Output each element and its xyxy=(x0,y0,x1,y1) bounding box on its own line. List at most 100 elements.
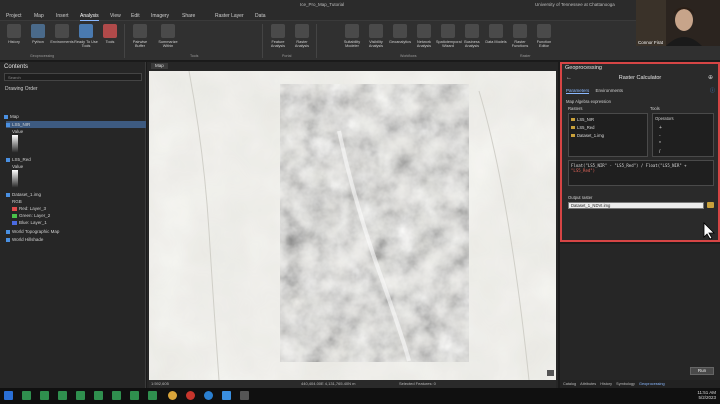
map-overview-icon[interactable] xyxy=(547,370,554,376)
toc-layer-ls5-nir[interactable]: LS5_NIR xyxy=(6,121,146,128)
app-icon[interactable] xyxy=(240,391,249,400)
app-icon[interactable] xyxy=(130,391,139,400)
app-icon[interactable] xyxy=(76,391,85,400)
taskbar: 11:51 AM 5/2/2023 xyxy=(0,388,720,404)
toc-map[interactable]: Map xyxy=(4,113,19,120)
edge-icon[interactable] xyxy=(204,391,213,400)
tab-geoprocessing[interactable]: Geoprocessing xyxy=(639,382,665,386)
chrome-icon[interactable] xyxy=(168,391,177,400)
tab-raster-layer[interactable]: Raster Layer xyxy=(215,13,244,19)
blue-swatch xyxy=(12,220,17,225)
help-icon[interactable]: ⓘ xyxy=(710,87,715,94)
visibility-analysis-button[interactable]: Visibility Analysis xyxy=(364,24,388,52)
app-icon[interactable] xyxy=(148,391,157,400)
app-icon[interactable] xyxy=(112,391,121,400)
participant-name: Connor Firat xyxy=(638,40,664,45)
history-button[interactable]: History xyxy=(2,24,26,52)
tab-environments[interactable]: Environments xyxy=(596,88,624,93)
toc-layer-ls5-red[interactable]: LS5_Red xyxy=(6,156,31,163)
system-clock[interactable]: 11:51 AM 5/2/2023 xyxy=(697,390,716,400)
toc-band-red: Red: Layer_3 xyxy=(12,205,46,212)
app-icon[interactable] xyxy=(94,391,103,400)
tab-attributes[interactable]: Attributes xyxy=(580,382,596,386)
toc-band-green: Green: Layer_2 xyxy=(12,212,50,219)
tools-button[interactable]: Tools xyxy=(98,24,122,52)
map-canvas[interactable] xyxy=(149,71,556,380)
tool-subtabs: Parameters Environments xyxy=(566,88,628,94)
raster-item[interactable]: LS5_NIR xyxy=(571,117,594,122)
operator-minus[interactable]: - xyxy=(659,133,661,139)
operator-divide[interactable]: / xyxy=(659,149,660,155)
tab-symbology[interactable]: Symbology xyxy=(616,382,635,386)
operators-list[interactable]: Operators + - * / xyxy=(652,113,714,157)
toolbox-icon xyxy=(103,24,117,38)
tab-imagery[interactable]: Imagery xyxy=(151,13,169,19)
toc-layer-world-topo[interactable]: World Topographic Map xyxy=(6,228,59,235)
data-models-button[interactable]: Data Models xyxy=(484,24,508,52)
tab-project[interactable]: Project xyxy=(6,13,22,19)
raster-analysis-button[interactable]: Raster Analysis xyxy=(290,24,314,52)
checkbox[interactable] xyxy=(6,229,10,234)
green-swatch xyxy=(12,213,17,218)
checkbox[interactable] xyxy=(6,122,10,127)
python-button[interactable]: Python xyxy=(26,24,50,52)
app-icon[interactable] xyxy=(22,391,31,400)
arcgis-pro-icon[interactable] xyxy=(222,391,231,400)
output-raster-field[interactable]: Dataset_1_NDVI.img xyxy=(568,202,704,209)
tab-edit[interactable]: Edit xyxy=(131,13,140,19)
geoanalytics-button[interactable]: Geoanalytics xyxy=(388,24,412,52)
buffer-icon xyxy=(133,24,147,38)
summarize-within-button[interactable]: Summarize Within xyxy=(156,24,180,52)
operator-multiply[interactable]: * xyxy=(659,141,661,147)
run-button[interactable]: Run xyxy=(690,367,714,375)
spatiotemporal-wizard-button[interactable]: Spatiotemporal Wizard xyxy=(436,24,462,52)
tab-view[interactable]: View xyxy=(110,13,121,19)
browser-icon[interactable] xyxy=(186,391,195,400)
history-icon xyxy=(7,24,21,38)
expression-editor[interactable]: Float("LS5_NIR" - "LS5_Red") / Float("LS… xyxy=(568,160,714,186)
tab-map[interactable]: Map xyxy=(34,13,44,19)
tab-share[interactable]: Share xyxy=(182,13,195,19)
environments-icon xyxy=(55,24,69,38)
contents-search-input[interactable]: Search xyxy=(4,73,142,81)
rasters-list[interactable]: LS5_NIR LS5_Red Dataset_1.img xyxy=(568,113,648,157)
app-icon[interactable] xyxy=(58,391,67,400)
app-icon[interactable] xyxy=(40,391,49,400)
environments-button[interactable]: Environments xyxy=(50,24,74,52)
scale-display[interactable]: 1:592,605 xyxy=(151,380,169,388)
python-icon xyxy=(31,24,45,38)
raster-item[interactable]: LS5_Red xyxy=(571,125,594,130)
tool-title: Raster Calculator xyxy=(618,75,662,81)
tab-data[interactable]: Data xyxy=(255,13,266,19)
tab-parameters[interactable]: Parameters xyxy=(566,88,590,94)
ready-to-use-tools-button[interactable]: Ready To Use Tools xyxy=(74,24,98,52)
pairwise-buffer-button[interactable]: Pairwise Buffer xyxy=(128,24,152,52)
tab-history[interactable]: History xyxy=(600,382,612,386)
raster-item[interactable]: Dataset_1.img xyxy=(571,133,604,138)
checkbox[interactable] xyxy=(6,237,10,242)
tools-label: Tools xyxy=(650,106,660,111)
suitability-modeler-button[interactable]: Suitability Modeler xyxy=(340,24,364,52)
network-analysis-button[interactable]: Network Analysis xyxy=(412,24,436,52)
folder-icon[interactable] xyxy=(707,202,714,208)
operator-plus[interactable]: + xyxy=(659,125,662,131)
checkbox[interactable] xyxy=(4,114,8,119)
tab-analysis[interactable]: Analysis xyxy=(80,13,99,21)
ribbon: History Python Environments Ready To Use… xyxy=(0,21,720,61)
expression-line: "LS5_Red") xyxy=(571,168,596,173)
output-raster-label: Output raster xyxy=(568,195,593,200)
raster-icon xyxy=(571,118,575,122)
toc-layer-world-hillshade[interactable]: World Hillshade xyxy=(6,236,43,243)
checkbox[interactable] xyxy=(6,157,10,162)
raster-analysis-icon xyxy=(295,24,309,38)
map-tab[interactable]: Map xyxy=(151,63,168,69)
function-editor-button[interactable]: Function Editor xyxy=(532,24,556,52)
checkbox[interactable] xyxy=(6,192,10,197)
feature-analysis-button[interactable]: Feature Analysis xyxy=(266,24,290,52)
toc-layer-dataset-1[interactable]: Dataset_1.img xyxy=(6,191,41,198)
tab-insert[interactable]: Insert xyxy=(56,13,69,19)
raster-functions-button[interactable]: Raster Functions xyxy=(508,24,532,52)
business-analysis-button[interactable]: Business Analysis xyxy=(460,24,484,52)
start-icon[interactable] xyxy=(4,391,13,400)
tab-catalog[interactable]: Catalog xyxy=(563,382,576,386)
